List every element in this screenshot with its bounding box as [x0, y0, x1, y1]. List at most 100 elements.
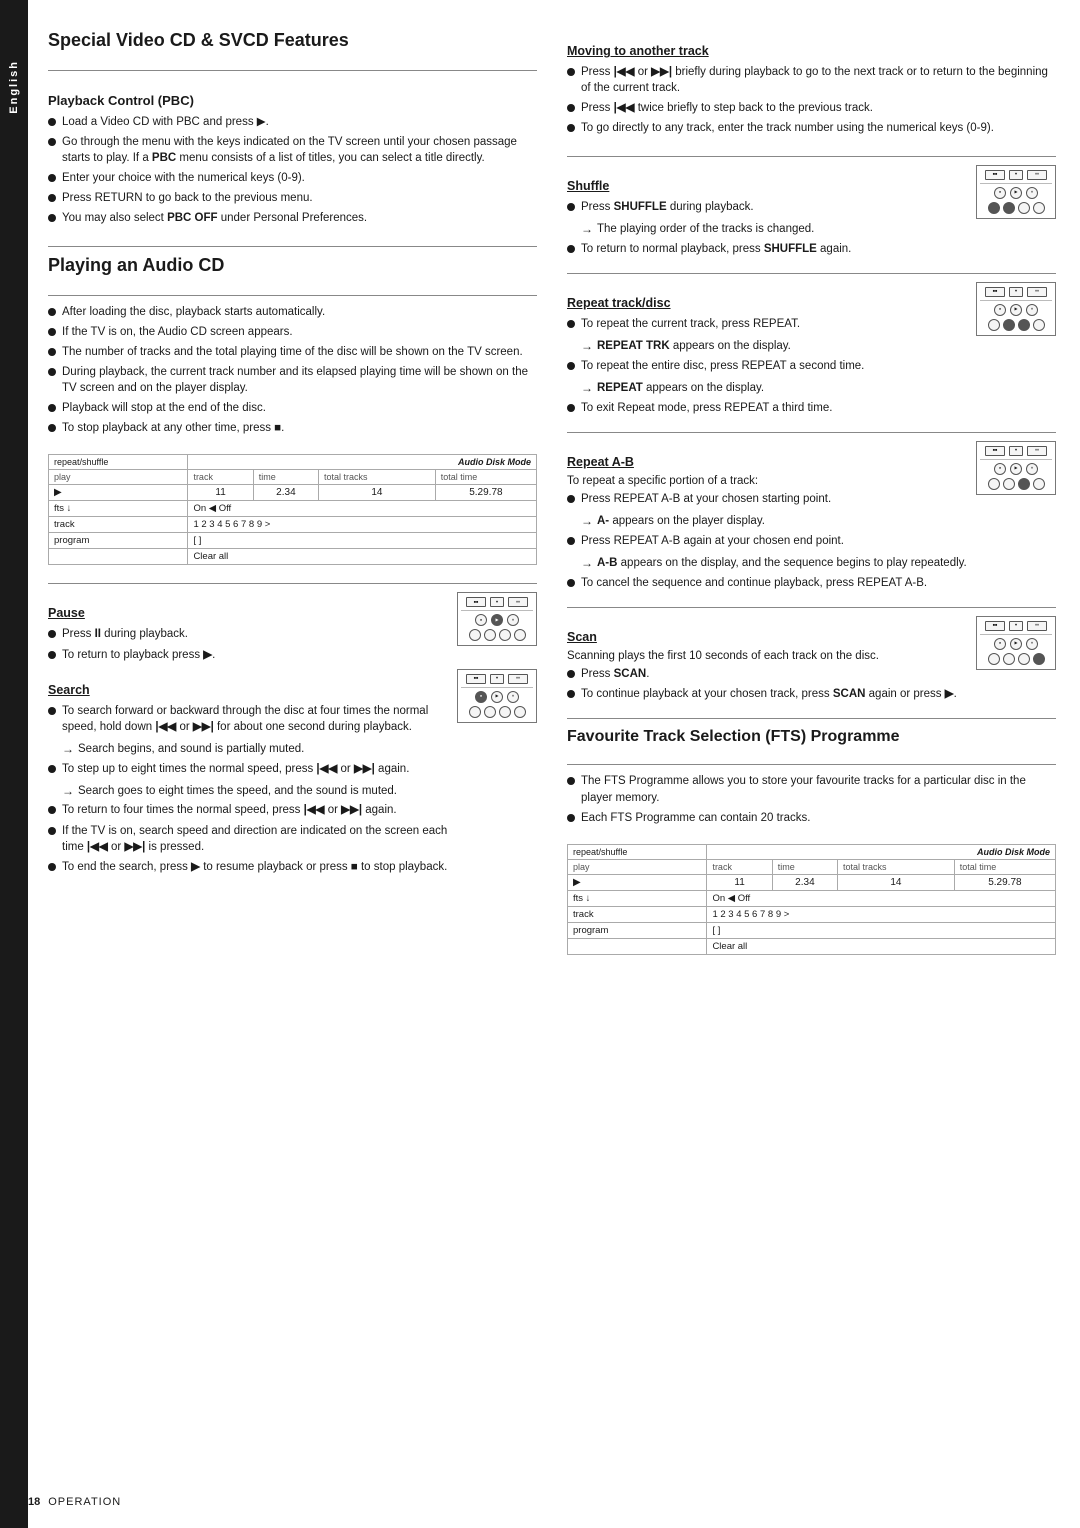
repeat-track-text: Repeat track/disc To repeat the current … [567, 282, 970, 422]
bullet-icon [48, 138, 56, 146]
pause-diagram: ■■ ▼ ⏸⏸ ● ▶ ⏸ [457, 592, 537, 646]
remote-btn-2: ▶ [491, 691, 503, 703]
list-item: To end the search, press ▶ to resume pla… [48, 859, 451, 875]
osd2-repeat-shuffle: repeat/shuffle [568, 845, 707, 860]
remote-row: ■■ ▼ ⏸⏸ [466, 597, 528, 607]
bullet-icon [567, 320, 575, 328]
main-content: Special Video CD & SVCD Features Playbac… [28, 0, 1080, 1528]
scan-text: Scan Scanning plays the first 10 seconds… [567, 616, 970, 708]
remote-btn-2: ▶ [1010, 638, 1022, 650]
remote-btn-1: ● [994, 638, 1006, 650]
list-item: To cancel the sequence and continue play… [567, 575, 970, 591]
remote-small-3 [499, 629, 511, 641]
divider-r2 [567, 273, 1056, 274]
moving-track-list: Press |◀◀ or ▶▶| briefly during playback… [567, 64, 1056, 140]
list-item: Press SCAN. [567, 666, 970, 682]
osd-time-val: 2.34 [253, 485, 318, 501]
repeat-ab-heading: Repeat A-B [567, 455, 970, 469]
osd2-track-num: 11 [707, 874, 772, 890]
special-vcd-title: Special Video CD & SVCD Features [48, 30, 537, 52]
scan-list: Press SCAN. To continue playback at your… [567, 666, 970, 702]
list-item: To search forward or backward through th… [48, 703, 451, 735]
shuffle-arrow-1: →The playing order of the tracks is chan… [567, 221, 970, 238]
right-column: Moving to another track Press |◀◀ or ▶▶|… [567, 30, 1056, 1498]
osd-col-track: track [188, 470, 253, 485]
bullet-icon [48, 651, 56, 659]
list-item: To repeat the entire disc, press REPEAT … [567, 358, 970, 374]
osd2-fts: fts ↓ [568, 890, 707, 906]
remote-stop-btn: ■■ [985, 621, 1005, 631]
remote-divider [980, 459, 1052, 460]
list-item: Press II during playback. [48, 626, 451, 642]
bullet-icon [48, 214, 56, 222]
list-item: To continue playback at your chosen trac… [567, 686, 970, 702]
list-item: Playback will stop at the end of the dis… [48, 400, 537, 416]
repeat-arrow-2: →REPEAT appears on the display. [567, 380, 970, 397]
remote-pause-btn: ⏸⏸ [1027, 170, 1047, 180]
repeat-ab-arrow-1: →A- appears on the player display. [567, 513, 970, 530]
remote-btn-1: ● [994, 187, 1006, 199]
remote-row: ■■ ▼ ⏸⏸ [985, 170, 1047, 180]
repeat-track-list-2: To repeat the entire disc, press REPEAT … [567, 358, 970, 374]
remote-pause-btn: ⏸⏸ [1027, 287, 1047, 297]
remote-small-2 [1003, 319, 1015, 331]
remote-btn-3: ⏸ [507, 614, 519, 626]
osd2-clear-all: Clear all [707, 938, 1055, 954]
remote-row-3 [469, 706, 526, 718]
pause-heading: Pause [48, 606, 451, 620]
remote-small-2 [484, 629, 496, 641]
pause-text: Pause Press II during playback. To retur… [48, 592, 451, 668]
search-list: To search forward or backward through th… [48, 703, 451, 735]
remote-btn-1: ● [475, 691, 487, 703]
remote-stop-btn: ■■ [466, 674, 486, 684]
left-column: Special Video CD & SVCD Features Playbac… [48, 30, 537, 1498]
remote-btn-1: ● [475, 614, 487, 626]
page-number: 18 [28, 1496, 40, 1508]
search-arrow-2: →Search goes to eight times the speed, a… [48, 783, 451, 800]
remote-small-4 [514, 629, 526, 641]
remote-pause-btn: ⏸⏸ [508, 597, 528, 607]
remote-btn-2: ▶ [1010, 463, 1022, 475]
repeat-ab-arrow-2: →A-B appears on the display, and the seq… [567, 555, 970, 572]
divider-r4 [567, 607, 1056, 608]
scan-intro: Scanning plays the first 10 seconds of e… [567, 650, 970, 662]
bullet-icon [48, 404, 56, 412]
bullet-icon [48, 863, 56, 871]
scan-heading: Scan [567, 630, 970, 644]
remote-btn-2: ▶ [1010, 187, 1022, 199]
osd-fts: fts ↓ [49, 501, 188, 517]
repeat-track-heading: Repeat track/disc [567, 296, 970, 310]
list-item: To return to normal playback, press SHUF… [567, 241, 970, 257]
remote-diagram-pause: ■■ ▼ ⏸⏸ ● ▶ ⏸ [457, 592, 537, 646]
remote-btn-3: ⏸ [507, 691, 519, 703]
remote-y-btn: ▼ [490, 597, 504, 607]
remote-row-3 [988, 319, 1045, 331]
bullet-icon [48, 765, 56, 773]
bullet-icon [567, 777, 575, 785]
list-item: Press RETURN to go back to the previous … [48, 190, 537, 206]
osd-display-2: repeat/shuffle Audio Disk Mode play trac… [567, 844, 1056, 955]
remote-divider [461, 610, 533, 611]
osd2-program-val: [ ] [707, 922, 1055, 938]
divider-r1 [567, 156, 1056, 157]
remote-diagram-shuffle: ■■ ▼ ⏸⏸ ● ▶ ⏸ [976, 165, 1056, 219]
remote-btn-1: ● [994, 463, 1006, 475]
arrow-icon: → [581, 380, 593, 397]
remote-divider [980, 183, 1052, 184]
remote-y-btn: ▼ [1009, 287, 1023, 297]
remote-row-2: ● ▶ ⏸ [994, 638, 1038, 650]
remote-btn-2: ▶ [1010, 304, 1022, 316]
remote-small-1 [988, 202, 1000, 214]
list-item: Press REPEAT A-B again at your chosen en… [567, 533, 970, 549]
osd-program-label: program [49, 533, 188, 549]
remote-diagram-repeat: ■■ ▼ ⏸⏸ ● ▶ ⏸ [976, 282, 1056, 336]
repeat-ab-text: Repeat A-B To repeat a specific portion … [567, 441, 970, 597]
bullet-icon [48, 118, 56, 126]
osd-fts-onoff: On ◀ Off [188, 501, 536, 517]
remote-btn-3: ⏸ [1026, 187, 1038, 199]
repeat-track-section: Repeat track/disc To repeat the current … [567, 282, 1056, 422]
bullet-icon [48, 806, 56, 814]
remote-small-4 [1033, 478, 1045, 490]
arrow-icon: → [62, 741, 74, 758]
search-list-3: To return to four times the normal speed… [48, 802, 451, 874]
